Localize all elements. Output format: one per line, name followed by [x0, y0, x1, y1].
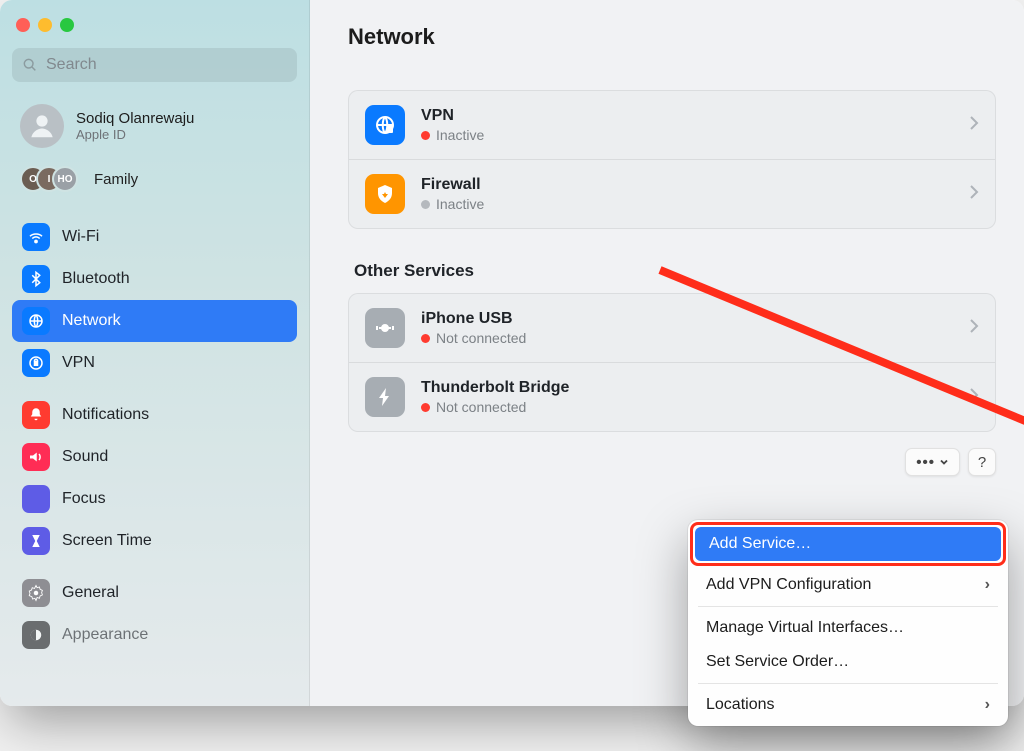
appearance-icon [22, 621, 50, 649]
network-icon [22, 307, 50, 335]
menu-item-label: Add VPN Configuration [706, 576, 871, 594]
sidebar-item-notifications[interactable]: Notifications [12, 394, 297, 436]
sidebar-item-appearance[interactable]: Appearance [12, 614, 297, 656]
sidebar-item-label: Focus [62, 490, 106, 508]
search-input[interactable] [46, 56, 287, 74]
sidebar-item-label: Appearance [62, 626, 148, 644]
moon-icon [22, 485, 50, 513]
vpn-globe-icon [365, 105, 405, 145]
chevron-down-icon [939, 457, 949, 467]
service-row-thunderbolt[interactable]: Thunderbolt Bridge Not connected [349, 362, 995, 431]
status-dot [421, 131, 430, 140]
bluetooth-icon [22, 265, 50, 293]
bell-icon [22, 401, 50, 429]
chevron-right-icon [969, 184, 979, 205]
chevron-right-icon: › [985, 576, 990, 594]
service-row-firewall[interactable]: Firewall Inactive [349, 159, 995, 228]
account-name: Sodiq Olanrewaju [76, 110, 194, 127]
close-button[interactable] [16, 18, 30, 32]
content-pane: Network VPN Inactive Firewall Inactive O… [310, 0, 1024, 706]
menu-item-add-vpn[interactable]: Add VPN Configuration › [692, 568, 1004, 602]
sidebar-item-bluetooth[interactable]: Bluetooth [12, 258, 297, 300]
menu-separator [698, 683, 998, 684]
sidebar-item-wifi[interactable]: Wi-Fi [12, 216, 297, 258]
sidebar-item-sound[interactable]: Sound [12, 436, 297, 478]
service-row-vpn[interactable]: VPN Inactive [349, 91, 995, 159]
chevron-right-icon: › [985, 696, 990, 714]
service-title: Thunderbolt Bridge [421, 379, 569, 397]
status-dot [421, 403, 430, 412]
avatar [20, 104, 64, 148]
status-dot [421, 200, 430, 209]
menu-item-label: Add Service… [709, 535, 811, 553]
system-settings-window: Sodiq Olanrewaju Apple ID O I HO Family … [0, 0, 1024, 706]
wifi-icon [22, 223, 50, 251]
menu-item-label: Manage Virtual Interfaces… [706, 619, 904, 637]
sidebar: Sodiq Olanrewaju Apple ID O I HO Family … [0, 0, 310, 706]
sidebar-item-label: Sound [62, 448, 108, 466]
sidebar-item-vpn[interactable]: VPN [12, 342, 297, 384]
service-row-iphone-usb[interactable]: iPhone USB Not connected [349, 294, 995, 362]
service-title: Firewall [421, 176, 484, 194]
sidebar-item-label: General [62, 584, 119, 602]
sidebar-item-label: Screen Time [62, 532, 152, 550]
search-field-wrap[interactable] [12, 48, 297, 82]
other-services-label: Other Services [354, 261, 996, 281]
chevron-right-icon [969, 318, 979, 339]
page-title: Network [348, 24, 996, 50]
thunderbolt-icon [365, 377, 405, 417]
account-sub: Apple ID [76, 127, 194, 142]
service-title: VPN [421, 107, 484, 125]
footer-controls: ••• ? [348, 448, 996, 476]
ellipsis-icon: ••• [916, 454, 935, 471]
usb-icon [365, 308, 405, 348]
more-options-button[interactable]: ••• [905, 448, 960, 476]
sidebar-item-focus[interactable]: Focus [12, 478, 297, 520]
sidebar-item-network[interactable]: Network [12, 300, 297, 342]
chevron-right-icon [969, 387, 979, 408]
other-services-card: iPhone USB Not connected Thunderbolt Bri… [348, 293, 996, 432]
fullscreen-button[interactable] [60, 18, 74, 32]
menu-item-locations[interactable]: Locations › [692, 688, 1004, 722]
sidebar-item-label: Wi-Fi [62, 228, 99, 246]
annotation-highlight: Add Service… [690, 522, 1006, 566]
family-avatars: O I HO [20, 166, 80, 192]
vpn-icon [22, 349, 50, 377]
more-options-menu: Add Service… Add VPN Configuration › Man… [688, 520, 1008, 726]
apple-id-row[interactable]: Sodiq Olanrewaju Apple ID [12, 98, 297, 154]
sidebar-item-label: VPN [62, 354, 95, 372]
hourglass-icon [22, 527, 50, 555]
service-status: Not connected [436, 399, 526, 415]
service-status: Inactive [436, 127, 484, 143]
family-label: Family [94, 171, 138, 188]
menu-item-label: Set Service Order… [706, 653, 849, 671]
help-button[interactable]: ? [968, 448, 996, 476]
gear-icon [22, 579, 50, 607]
search-icon [22, 57, 38, 73]
status-dot [421, 334, 430, 343]
family-row[interactable]: O I HO Family [12, 156, 297, 206]
minimize-button[interactable] [38, 18, 52, 32]
service-status: Inactive [436, 196, 484, 212]
primary-services-card: VPN Inactive Firewall Inactive [348, 90, 996, 229]
chevron-right-icon [969, 115, 979, 136]
help-icon: ? [978, 454, 986, 471]
window-controls [12, 14, 297, 48]
menu-item-virtual-interfaces[interactable]: Manage Virtual Interfaces… [692, 611, 1004, 645]
sidebar-item-general[interactable]: General [12, 572, 297, 614]
menu-item-label: Locations [706, 696, 775, 714]
menu-item-add-service[interactable]: Add Service… [695, 527, 1001, 561]
sidebar-item-screentime[interactable]: Screen Time [12, 520, 297, 562]
sidebar-item-label: Notifications [62, 406, 149, 424]
firewall-icon [365, 174, 405, 214]
menu-separator [698, 606, 998, 607]
menu-item-service-order[interactable]: Set Service Order… [692, 645, 1004, 679]
sound-icon [22, 443, 50, 471]
sidebar-item-label: Network [62, 312, 121, 330]
sidebar-item-label: Bluetooth [62, 270, 130, 288]
service-status: Not connected [436, 330, 526, 346]
service-title: iPhone USB [421, 310, 526, 328]
